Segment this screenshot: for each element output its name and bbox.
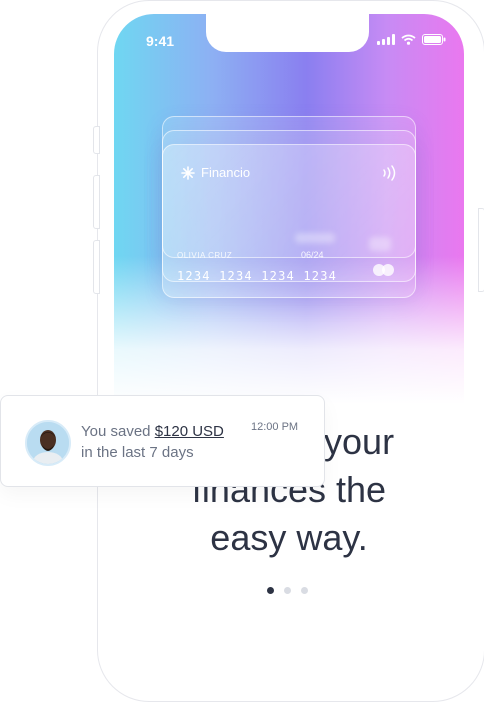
card-holder-name: OLIVIA CRUZ [177, 251, 233, 260]
headline-line-3: easy way. [210, 517, 368, 558]
card-blur-detail [295, 233, 335, 243]
contactless-icon [383, 165, 396, 181]
savings-notification[interactable]: You saved $120 USD in the last 7 days 12… [0, 395, 325, 487]
phone-screen: 9:41 Financio OLIVIA CRUZ 06/24 1234 123… [114, 14, 464, 654]
pagination-dot-1[interactable] [267, 587, 274, 594]
cellular-signal-icon [377, 34, 395, 45]
card-expiry: 06/24 [301, 250, 324, 260]
card-brand-name: Financio [201, 165, 251, 180]
notification-message: You saved $120 USD in the last 7 days [81, 421, 224, 463]
notch [206, 14, 369, 52]
side-button-mute [93, 126, 100, 154]
user-avatar-icon [27, 422, 69, 464]
pagination-dot-3[interactable] [301, 587, 308, 594]
notification-text-prefix: You saved [81, 423, 155, 440]
notification-amount: $120 USD [154, 423, 224, 440]
card-network-logo-icon [371, 262, 399, 278]
card-brand: Financio [181, 165, 250, 180]
avatar [25, 420, 71, 466]
sparkle-logo-icon [181, 165, 195, 180]
card-blur-detail [369, 237, 391, 251]
status-time: 9:41 [146, 33, 175, 49]
pagination-dot-2[interactable] [284, 587, 291, 594]
side-button-volume-up [93, 175, 100, 229]
pagination-dots [267, 587, 308, 594]
credit-card[interactable]: Financio OLIVIA CRUZ 06/24 1234 1234 123… [162, 144, 416, 298]
notification-time: 12:00 PM [251, 421, 299, 433]
status-icons [377, 34, 446, 45]
notification-text-suffix: in the last 7 days [81, 444, 194, 461]
side-button-power [478, 208, 484, 292]
wifi-icon [401, 34, 416, 45]
card-number: 1234 1234 1234 1234 [177, 269, 338, 283]
battery-icon [422, 34, 446, 45]
side-button-volume-down [93, 240, 100, 294]
